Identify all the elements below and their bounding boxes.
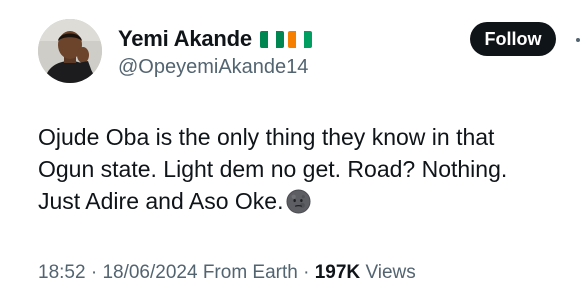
flag-emojis xyxy=(259,30,312,48)
new-moon-face-icon xyxy=(286,189,312,214)
ivory-coast-flag-icon xyxy=(287,30,312,48)
tweet-time[interactable]: 18:52 xyxy=(38,262,86,283)
tweet-line-3-text: Just Adire and Aso Oke. xyxy=(38,188,284,214)
more-options-icon[interactable] xyxy=(572,30,582,50)
follow-button[interactable]: Follow xyxy=(470,22,556,56)
avatar[interactable] xyxy=(38,19,102,83)
tweet-text: Ojude Oba is the only thing they know in… xyxy=(38,121,578,217)
tweet-date[interactable]: 18/06/2024 xyxy=(102,262,197,283)
tweet-meta: 18:52 · 18/06/2024 From Earth · 197K Vie… xyxy=(38,262,416,284)
tweet-card: Yemi Akande @OpeyemiAkande14 Follow Ojud… xyxy=(0,0,582,294)
tweet-line-2: Ogun state. Light dem no get. Road? Noth… xyxy=(38,156,508,182)
person-photo-icon xyxy=(38,19,102,83)
views-count[interactable]: 197K xyxy=(315,262,360,283)
views-label: Views xyxy=(365,262,416,283)
meta-separator: · xyxy=(303,262,310,283)
tweet-line-3: Just Adire and Aso Oke. xyxy=(38,185,578,217)
user-handle[interactable]: @OpeyemiAkande14 xyxy=(118,56,308,79)
tweet-line-1: Ojude Oba is the only thing they know in… xyxy=(38,124,495,150)
author-header: Yemi Akande xyxy=(118,24,312,54)
display-name[interactable]: Yemi Akande xyxy=(118,26,252,52)
nigeria-flag-icon xyxy=(259,30,284,48)
meta-separator: · xyxy=(90,262,98,283)
tweet-source: From Earth xyxy=(202,262,298,283)
